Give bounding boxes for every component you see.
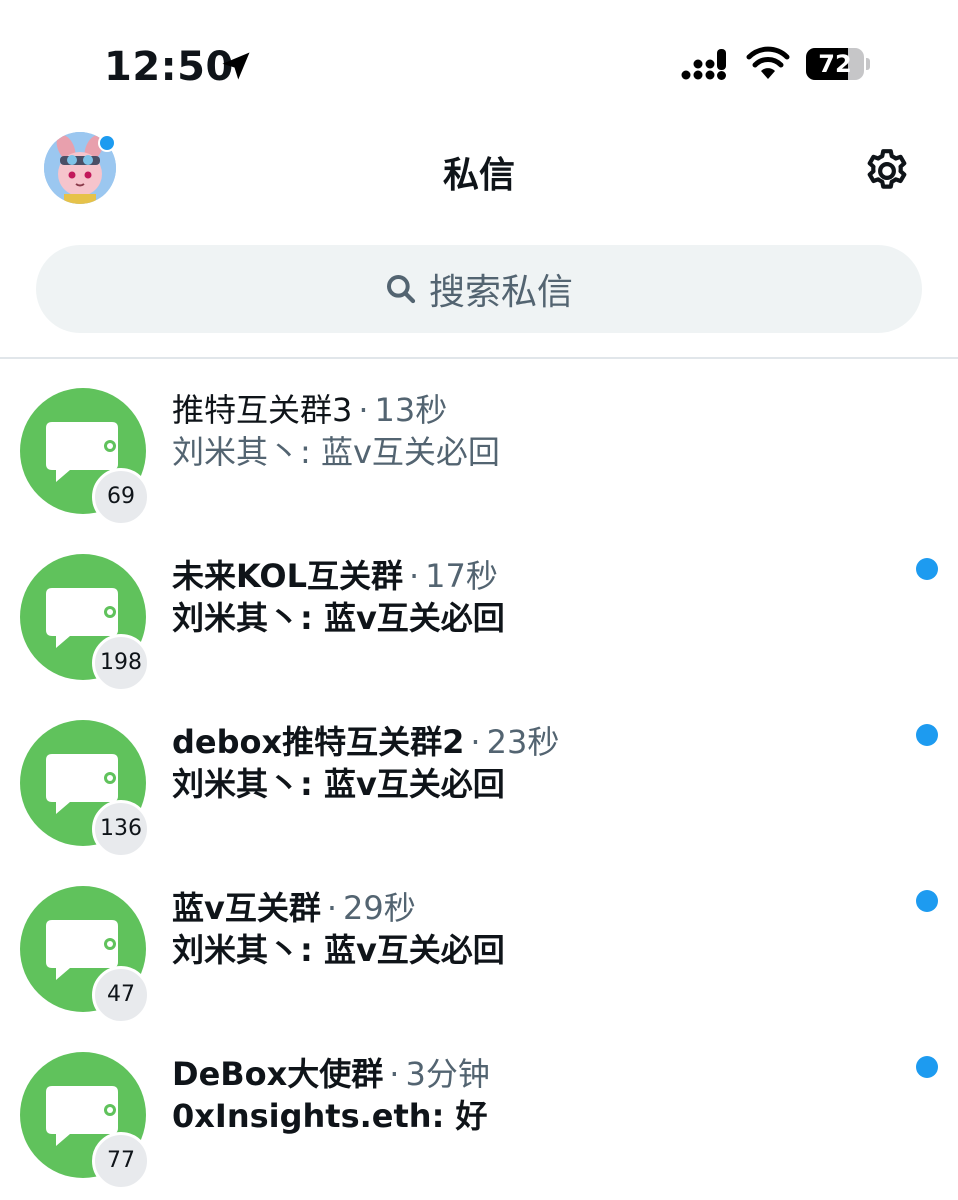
battery-indicator: 72: [806, 48, 870, 80]
conversation-preview: 刘米其丶: 蓝v互关必回: [172, 765, 505, 803]
unread-dot: [916, 558, 938, 580]
conversation-time: 23秒: [486, 723, 560, 761]
member-count-badge: 198: [92, 634, 150, 692]
search-placeholder: 搜索私信: [428, 272, 573, 313]
conversation-list: 69 推特互关群3 · 13秒 刘米其丶: 蓝v互关必回 198 未来KOL互关群 ·…: [0, 360, 958, 1190]
location-arrow-icon: [222, 52, 250, 80]
conversation-preview: 刘米其丶: 蓝v互关必回: [172, 931, 505, 969]
battery-percent: 72: [818, 50, 852, 78]
conversation-item[interactable]: 198 未来KOL互关群 · 17秒 刘米其丶: 蓝v互关必回: [0, 526, 958, 692]
conversation-item[interactable]: 77 DeBox大使群 · 3分钟 0xInsights.eth: 好: [0, 1024, 958, 1190]
separator-dot: ·: [326, 889, 338, 927]
conversation-name: 蓝v互关群: [172, 889, 321, 927]
wifi-icon: [746, 46, 790, 79]
conversation-time: 3分钟: [405, 1055, 490, 1093]
search-input[interactable]: 搜索私信: [36, 245, 922, 333]
status-bar: 12:50 72: [0, 0, 958, 120]
conversation-preview: 刘米其丶: 蓝v互关必回: [172, 599, 505, 637]
separator-dot: ·: [470, 723, 481, 761]
conversation-name: debox推特互关群2: [172, 723, 465, 761]
conversation-name: DeBox大使群: [172, 1055, 384, 1093]
unread-dot: [916, 1056, 938, 1078]
separator-dot: ·: [408, 557, 420, 595]
separator-dot: ·: [389, 1055, 400, 1093]
cellular-signal-icon: [681, 49, 726, 80]
status-time: 12:50: [104, 44, 234, 90]
conversation-name: 推特互关群3: [172, 391, 353, 429]
gear-icon[interactable]: [862, 146, 912, 196]
member-count-badge: 136: [92, 800, 150, 858]
member-count-badge: 47: [92, 966, 150, 1024]
member-count-badge: 69: [92, 468, 150, 526]
conversation-time: 17秒: [425, 557, 498, 595]
page-title: 私信: [442, 155, 515, 196]
conversation-item[interactable]: 136 debox推特互关群2 · 23秒 刘米其丶: 蓝v互关必回: [0, 692, 958, 858]
conversation-name: 未来KOL互关群: [172, 557, 403, 595]
conversation-preview: 刘米其丶: 蓝v互关必回: [172, 433, 500, 471]
header: 私信: [0, 120, 958, 220]
conversation-preview: 0xInsights.eth: 好: [172, 1097, 488, 1135]
unread-dot: [916, 890, 938, 912]
member-count-badge: 77: [92, 1132, 150, 1190]
conversation-item[interactable]: 47 蓝v互关群 · 29秒 刘米其丶: 蓝v互关必回: [0, 858, 958, 1024]
separator-dot: ·: [358, 391, 369, 429]
divider: [0, 357, 958, 359]
conversation-time: 13秒: [374, 391, 448, 429]
conversation-time: 29秒: [343, 889, 416, 927]
unread-dot: [916, 724, 938, 746]
search-icon: [386, 275, 416, 304]
conversation-item[interactable]: 69 推特互关群3 · 13秒 刘米其丶: 蓝v互关必回: [0, 360, 958, 526]
